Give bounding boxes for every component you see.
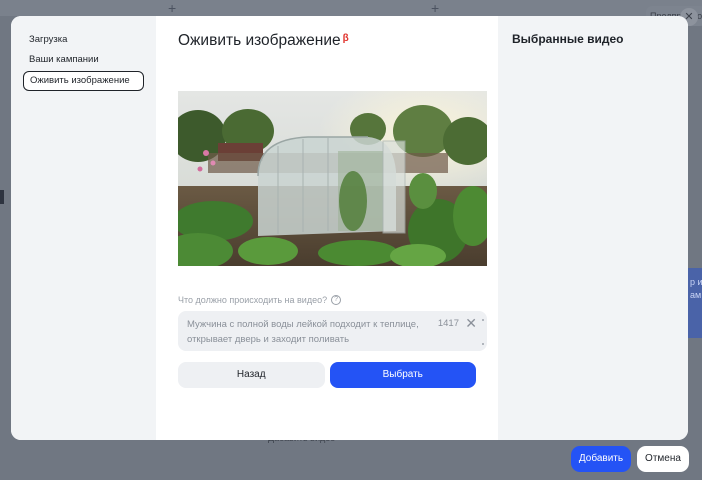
prompt-textarea[interactable]: Мужчина с полной воды лейкой подходит к …: [178, 311, 487, 351]
char-counter: 1417: [437, 318, 459, 329]
selected-videos-title: Выбранные видео: [512, 32, 624, 46]
dialog-nav: Загрузка Ваши кампании Оживить изображен…: [11, 16, 156, 440]
back-button[interactable]: Назад: [178, 362, 325, 388]
greenhouse-image: [178, 91, 487, 266]
plus-icon: +: [431, 0, 440, 16]
background-strip: [0, 190, 4, 204]
nav-item-upload[interactable]: Загрузка: [23, 30, 144, 50]
clear-icon[interactable]: ✕: [465, 315, 477, 331]
textarea-scrollbar[interactable]: [482, 319, 484, 347]
prompt-value: Мужчина с полной воды лейкой подходит к …: [187, 319, 419, 345]
nav-item-animate-image[interactable]: Оживить изображение: [23, 71, 144, 91]
nav-item-campaigns[interactable]: Ваши кампании: [23, 50, 144, 70]
background-topbar: [0, 0, 702, 16]
prompt-label: Что должно происходить на видео?: [178, 295, 328, 305]
plus-icon: +: [168, 0, 177, 16]
add-button[interactable]: Добавить: [571, 446, 631, 472]
page-title: Оживить изображение: [178, 32, 341, 49]
beta-badge: β: [342, 33, 349, 44]
image-preview: [178, 91, 487, 266]
background-banner: р из ам: [688, 268, 702, 338]
animate-image-dialog: Загрузка Ваши кампании Оживить изображен…: [11, 16, 688, 440]
choose-button[interactable]: Выбрать: [329, 362, 476, 388]
animate-panel: Оживить изображение β Что должно происхо…: [156, 16, 498, 440]
help-icon[interactable]: ?: [331, 295, 342, 305]
cancel-button[interactable]: Отмена: [637, 446, 689, 472]
selected-videos-panel: Выбранные видео: [498, 16, 688, 440]
